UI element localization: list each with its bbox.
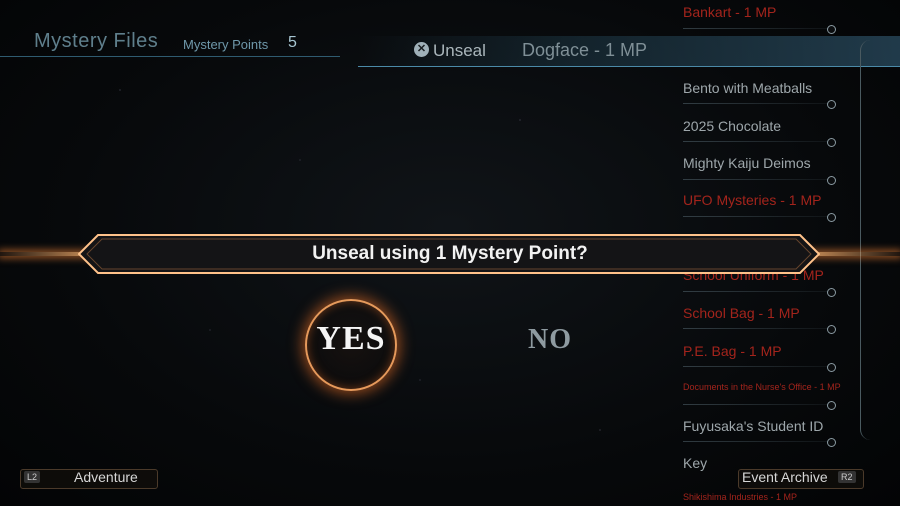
list-item[interactable]: Key — [683, 455, 707, 471]
yes-button[interactable]: YES — [305, 320, 397, 358]
list-divider — [683, 328, 833, 329]
list-node-icon — [827, 213, 836, 222]
r2-button-icon: R2 — [838, 471, 856, 483]
list-node-icon — [827, 438, 836, 447]
list-item[interactable]: Fuyusaka's Student ID — [683, 418, 823, 434]
list-divider — [683, 28, 833, 29]
list-divider — [683, 366, 833, 367]
list-item[interactable]: P.E. Bag - 1 MP — [683, 343, 782, 359]
adventure-label: Adventure — [74, 469, 138, 485]
list-node-icon — [827, 288, 836, 297]
list-node-icon — [827, 138, 836, 147]
list-divider — [683, 141, 833, 142]
list-node-icon — [827, 176, 836, 185]
dialog-prompt: Unseal using 1 Mystery Point? — [312, 243, 588, 264]
list-item[interactable]: Bento with Meatballs — [683, 80, 812, 96]
list-node-icon — [827, 363, 836, 372]
list-item[interactable]: Bankart - 1 MP — [683, 4, 776, 20]
list-item[interactable]: Shikishima Industries - 1 MP — [683, 492, 797, 502]
page-title: Mystery Files — [34, 30, 159, 52]
l2-button-icon: L2 — [24, 471, 41, 483]
list-node-icon — [827, 325, 836, 334]
list-divider — [683, 216, 833, 217]
list-node-icon — [827, 25, 836, 34]
event-archive-label: Event Archive — [742, 469, 828, 485]
list-divider — [683, 179, 833, 180]
selected-item-label: Dogface - 1 MP — [522, 40, 648, 60]
list-item[interactable]: 2025 Chocolate — [683, 118, 781, 134]
mystery-points-value: 5 — [288, 34, 297, 51]
list-item[interactable]: Documents in the Nurse's Office - 1 MP — [683, 382, 841, 392]
list-node-icon — [827, 401, 836, 410]
list-item[interactable]: Mighty Kaiju Deimos — [683, 155, 811, 171]
list-divider — [683, 404, 833, 405]
no-button[interactable]: NO — [505, 324, 595, 356]
list-divider — [683, 441, 833, 442]
list-node-icon — [827, 100, 836, 109]
list-divider — [683, 103, 833, 104]
list-item[interactable]: School Bag - 1 MP — [683, 305, 800, 321]
list-item[interactable]: UFO Mysteries - 1 MP — [683, 192, 821, 208]
x-button-icon: ✕ — [414, 42, 429, 57]
unseal-action-label[interactable]: Unseal — [433, 41, 486, 61]
mystery-points-label: Mystery Points — [183, 37, 269, 52]
list-divider — [683, 291, 833, 292]
